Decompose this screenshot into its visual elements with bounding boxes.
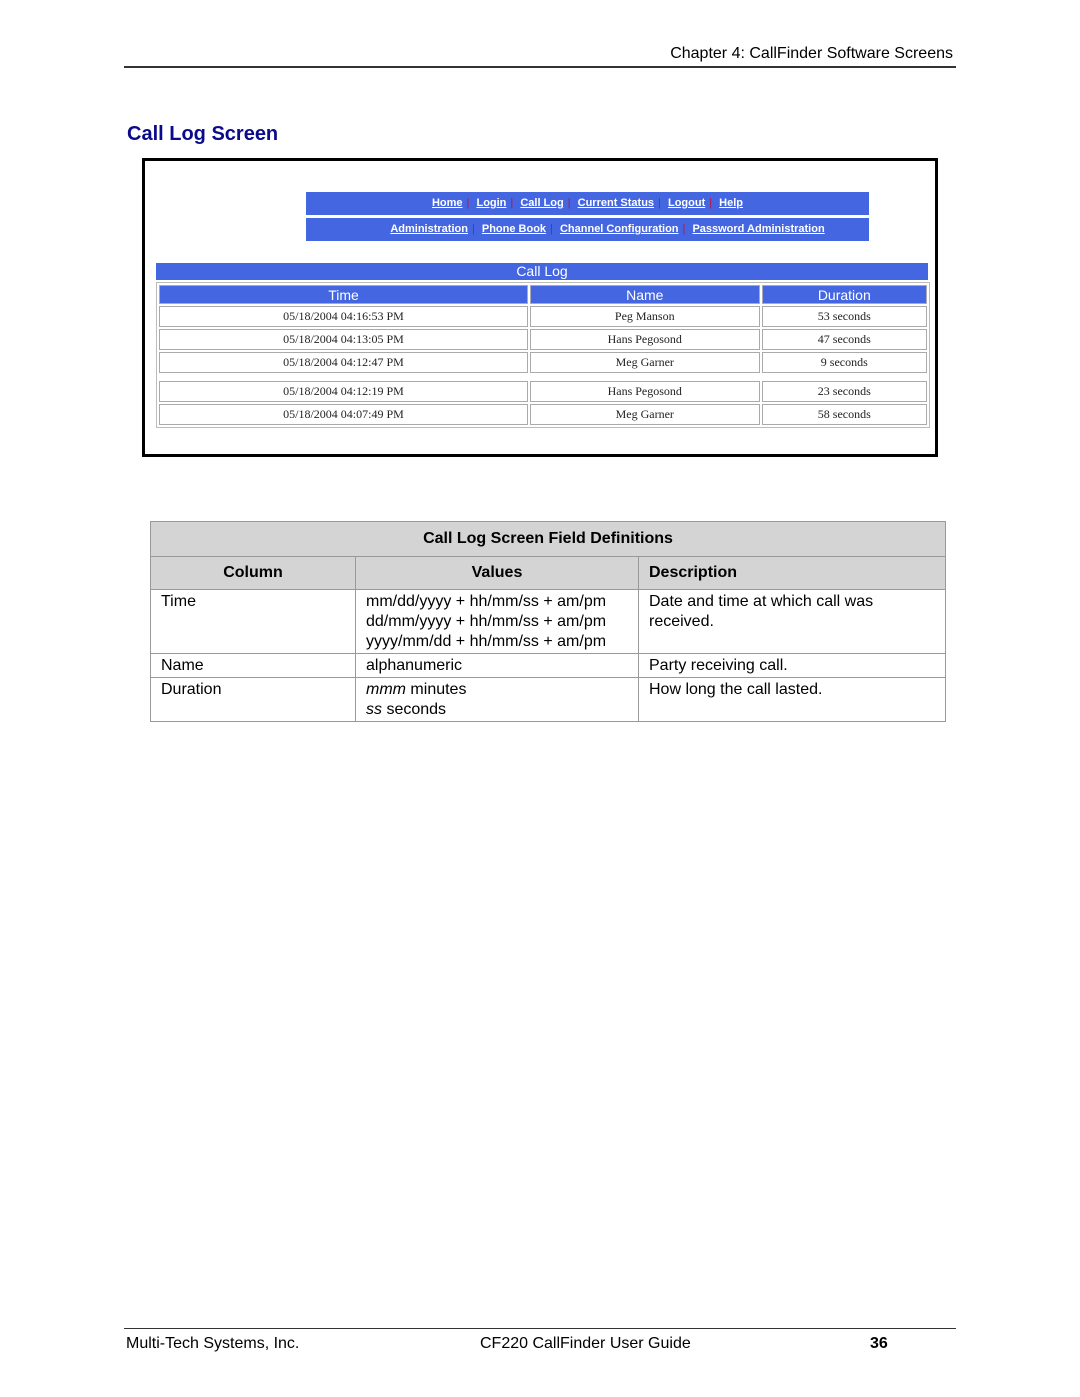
- cell-duration: 9 seconds: [761, 352, 927, 373]
- column-header-name: Name: [529, 285, 760, 304]
- cell-time: 05/18/2004 04:13:05 PM: [159, 329, 528, 350]
- cell-name: Meg Garner: [529, 352, 760, 373]
- field-definitions-table: Call Log Screen Field Definitions Column…: [150, 521, 946, 722]
- call-log-table: Time Name Duration 05/18/2004 04:16:53 P…: [156, 282, 930, 428]
- cell-time: 05/18/2004 04:16:53 PM: [159, 306, 528, 327]
- cell-duration: 53 seconds: [761, 306, 927, 327]
- cell-name: Peg Manson: [529, 306, 760, 327]
- secondary-nav-bar: Administration | Phone Book | Channel Conf…: [306, 218, 869, 241]
- definitions-header-description: Description: [638, 556, 946, 590]
- definition-values: alphanumeric: [355, 653, 639, 678]
- definitions-caption: Call Log Screen Field Definitions: [150, 521, 946, 557]
- nav-link-help[interactable]: Help: [719, 197, 743, 209]
- column-header-duration: Duration: [761, 285, 927, 304]
- definition-column: Duration: [150, 677, 356, 722]
- nav-link-channel-configuration[interactable]: Channel Configuration: [560, 223, 679, 235]
- definition-description: Date and time at which call was received…: [638, 589, 946, 654]
- nav-separator: |: [550, 223, 553, 235]
- page-number: 36: [870, 1335, 888, 1352]
- chapter-title: Chapter 4: CallFinder Software Screens: [670, 45, 953, 62]
- nav-link-administration[interactable]: Administration: [390, 223, 468, 235]
- value-format: mmm minutes: [366, 681, 467, 698]
- definition-row: Time mm/dd/yyyy + hh/mm/ss + am/pm dd/mm…: [150, 589, 946, 654]
- definition-description: How long the call lasted.: [638, 677, 946, 722]
- primary-nav-bar: Home | Login | Call Log | Current Status | L…: [306, 192, 869, 215]
- table-row: 05/18/2004 04:12:19 PM Hans Pegosond 23 …: [159, 381, 927, 402]
- value-format: yyyy/mm/dd + hh/mm/ss + am/pm: [366, 633, 607, 650]
- footer-guide-title: CF220 CallFinder User Guide: [480, 1335, 691, 1352]
- call-log-screenshot: Home | Login | Call Log | Current Status | L…: [142, 158, 938, 457]
- cell-time: 05/18/2004 04:12:47 PM: [159, 352, 528, 373]
- definition-column: Name: [150, 653, 356, 678]
- nav-separator: |: [567, 197, 571, 209]
- definition-values: mm/dd/yyyy + hh/mm/ss + am/pm dd/mm/yyyy…: [355, 589, 639, 654]
- nav-separator: |: [471, 223, 475, 235]
- nav-link-call-log[interactable]: Call Log: [520, 197, 563, 209]
- nav-separator: |: [682, 223, 686, 235]
- definitions-header-column: Column: [150, 556, 356, 590]
- definition-column: Time: [150, 589, 356, 654]
- value-format: dd/mm/yyyy + hh/mm/ss + am/pm: [366, 613, 607, 630]
- section-title: Call Log Screen: [127, 123, 279, 145]
- cell-time: 05/18/2004 04:12:19 PM: [159, 381, 528, 402]
- footer-company: Multi-Tech Systems, Inc.: [126, 1335, 300, 1352]
- definitions-header-values: Values: [355, 556, 639, 590]
- cell-duration: 47 seconds: [761, 329, 927, 350]
- nav-link-logout[interactable]: Logout: [668, 197, 705, 209]
- table-row: 05/18/2004 04:07:49 PM Meg Garner 58 sec…: [159, 404, 927, 425]
- value-format: mm/dd/yyyy + hh/mm/ss + am/pm: [366, 593, 607, 610]
- nav-separator: |: [709, 197, 713, 209]
- nav-link-phone-book[interactable]: Phone Book: [482, 223, 546, 235]
- nav-separator: |: [510, 197, 514, 209]
- table-row: 05/18/2004 04:12:47 PM Meg Garner 9 seco…: [159, 352, 927, 373]
- nav-link-password-administration[interactable]: Password Administration: [692, 223, 824, 235]
- running-header: Chapter 4: CallFinder Software Screens: [124, 44, 956, 68]
- definition-row: Duration mmm minutes ss seconds How long…: [150, 677, 946, 722]
- running-footer: Multi-Tech Systems, Inc. CF220 CallFinde…: [124, 1328, 956, 1352]
- row-gap: [159, 375, 927, 379]
- value-format: ss seconds: [366, 701, 447, 718]
- cell-duration: 58 seconds: [761, 404, 927, 425]
- definition-values: mmm minutes ss seconds: [355, 677, 639, 722]
- column-header-time: Time: [159, 285, 528, 304]
- cell-name: Meg Garner: [529, 404, 760, 425]
- nav-separator: |: [466, 197, 470, 209]
- cell-name: Hans Pegosond: [529, 381, 760, 402]
- cell-duration: 23 seconds: [761, 381, 927, 402]
- nav-link-login[interactable]: Login: [476, 197, 506, 209]
- cell-time: 05/18/2004 04:07:49 PM: [159, 404, 528, 425]
- definition-row: Name alphanumeric Party receiving call.: [150, 653, 946, 678]
- nav-link-current-status[interactable]: Current Status: [578, 197, 654, 209]
- nav-separator: |: [658, 197, 661, 209]
- table-row: 05/18/2004 04:16:53 PM Peg Manson 53 sec…: [159, 306, 927, 327]
- table-row: 05/18/2004 04:13:05 PM Hans Pegosond 47 …: [159, 329, 927, 350]
- definition-description: Party receiving call.: [638, 653, 946, 678]
- nav-link-home[interactable]: Home: [432, 197, 463, 209]
- call-log-title: Call Log: [156, 263, 928, 280]
- cell-name: Hans Pegosond: [529, 329, 760, 350]
